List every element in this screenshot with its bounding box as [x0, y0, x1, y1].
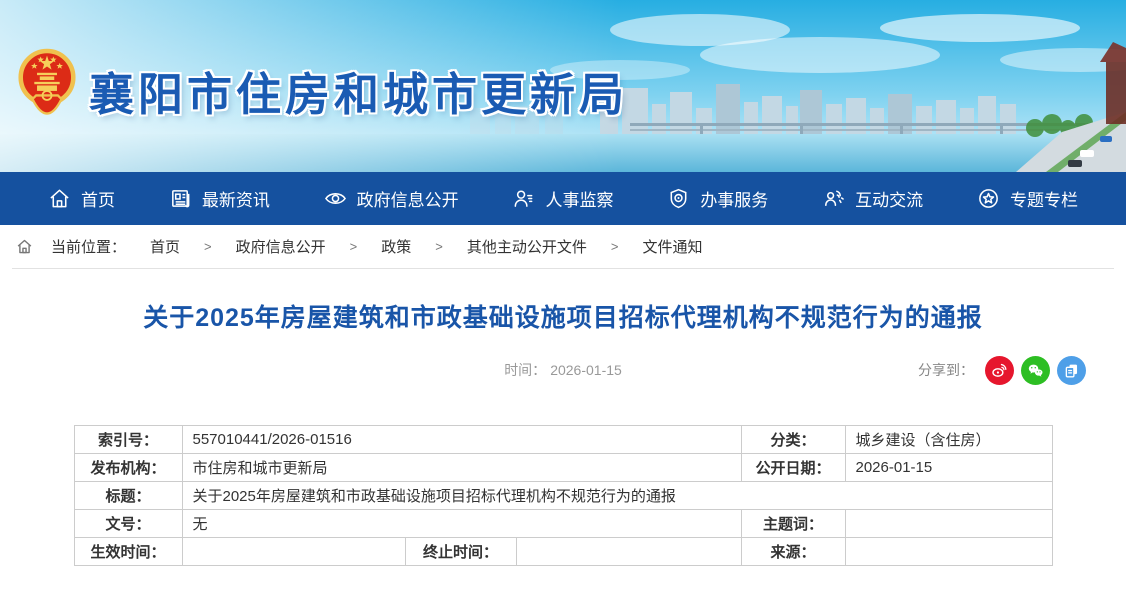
- source-value: [845, 538, 1052, 566]
- issuing-agency-label: 发布机构：: [74, 454, 182, 482]
- expiry-date-value: [516, 538, 741, 566]
- home-icon: [48, 187, 71, 210]
- star-circle-icon: [977, 187, 1000, 210]
- share-bar: 分享到：: [918, 355, 1086, 385]
- publish-date-label: 公开日期：: [741, 454, 845, 482]
- nav-item-personnel[interactable]: 人事监察: [512, 186, 613, 211]
- doc-title-label: 标题：: [74, 482, 182, 510]
- copy-document-icon: [1062, 361, 1081, 380]
- nav-item-special-topics[interactable]: 专题专栏: [977, 186, 1078, 211]
- nav-item-news[interactable]: 最新资讯: [169, 186, 270, 211]
- doc-number-label: 文号：: [74, 510, 182, 538]
- share-copy-button[interactable]: [1057, 356, 1086, 385]
- publish-date-value: 2026-01-15: [845, 454, 1052, 482]
- main-nav: 首页 最新资讯 政府信息公开 人事监察 办事服务 互动交流 专题专栏: [0, 172, 1126, 225]
- nav-item-home[interactable]: 首页: [48, 186, 115, 211]
- keywords-value: [845, 510, 1052, 538]
- breadcrumb-separator: >: [611, 239, 619, 254]
- nav-item-services[interactable]: 办事服务: [667, 186, 768, 211]
- weibo-icon: [990, 361, 1009, 380]
- expiry-date-label: 终止时间：: [405, 538, 516, 566]
- table-row: 标题： 关于2025年房屋建筑和市政基础设施项目招标代理机构不规范行为的通报: [74, 482, 1052, 510]
- breadcrumb-item-doc-notice[interactable]: 文件通知: [642, 236, 702, 257]
- breadcrumb: 当前位置： 首页 > 政府信息公开 > 政策 > 其他主动公开文件 > 文件通知: [12, 225, 1114, 268]
- keywords-label: 主题词：: [741, 510, 845, 538]
- index-number-label: 索引号：: [74, 426, 182, 454]
- person-icon: [512, 187, 535, 210]
- table-row: 文号： 无 主题词：: [74, 510, 1052, 538]
- eye-icon: [324, 187, 347, 210]
- share-wechat-button[interactable]: [1021, 356, 1050, 385]
- table-row: 生效时间： 终止时间： 来源：: [74, 538, 1052, 566]
- document-meta-table: 索引号： 557010441/2026-01516 分类： 城乡建设（含住房） …: [74, 425, 1053, 566]
- wechat-icon: [1026, 361, 1045, 380]
- table-row: 发布机构： 市住房和城市更新局 公开日期： 2026-01-15: [74, 454, 1052, 482]
- nav-item-interaction[interactable]: 互动交流: [822, 186, 923, 211]
- issuing-agency-value: 市住房和城市更新局: [182, 454, 741, 482]
- shield-icon: [667, 187, 690, 210]
- category-label: 分类：: [741, 426, 845, 454]
- news-icon: [169, 187, 192, 210]
- source-label: 来源：: [741, 538, 845, 566]
- site-title: 襄阳市住房和城市更新局: [89, 58, 628, 123]
- share-label: 分享到：: [918, 360, 974, 380]
- site-banner: 襄阳市住房和城市更新局: [0, 0, 1126, 172]
- breadcrumb-separator: >: [350, 239, 358, 254]
- chat-people-icon: [822, 187, 845, 210]
- article-title: 关于2025年房屋建筑和市政基础设施项目招标代理机构不规范行为的通报: [40, 298, 1086, 334]
- breadcrumb-label: 当前位置：: [51, 236, 126, 257]
- doc-title-value: 关于2025年房屋建筑和市政基础设施项目招标代理机构不规范行为的通报: [182, 482, 1052, 510]
- breadcrumb-separator: >: [435, 239, 443, 254]
- breadcrumb-item-gov-info[interactable]: 政府信息公开: [236, 236, 326, 257]
- category-value: 城乡建设（含住房）: [845, 426, 1052, 454]
- doc-number-value: 无: [182, 510, 741, 538]
- breadcrumb-separator: >: [204, 239, 212, 254]
- nav-item-gov-info[interactable]: 政府信息公开: [324, 186, 459, 211]
- breadcrumb-item-home[interactable]: 首页: [150, 236, 180, 257]
- article-meta-row: 时间：2026-01-15 分享到：: [0, 355, 1126, 385]
- table-row: 索引号： 557010441/2026-01516 分类： 城乡建设（含住房）: [74, 426, 1052, 454]
- breadcrumb-item-other-public-docs[interactable]: 其他主动公开文件: [467, 236, 587, 257]
- effective-date-value: [182, 538, 405, 566]
- national-emblem-logo: [18, 44, 76, 136]
- index-number-value: 557010441/2026-01516: [182, 426, 741, 454]
- effective-date-label: 生效时间：: [74, 538, 182, 566]
- article-area: 关于2025年房屋建筑和市政基础设施项目招标代理机构不规范行为的通报 时间：20…: [0, 298, 1126, 566]
- share-weibo-button[interactable]: [985, 356, 1014, 385]
- breadcrumb-item-policy[interactable]: 政策: [381, 236, 411, 257]
- breadcrumb-home-icon: [16, 238, 33, 255]
